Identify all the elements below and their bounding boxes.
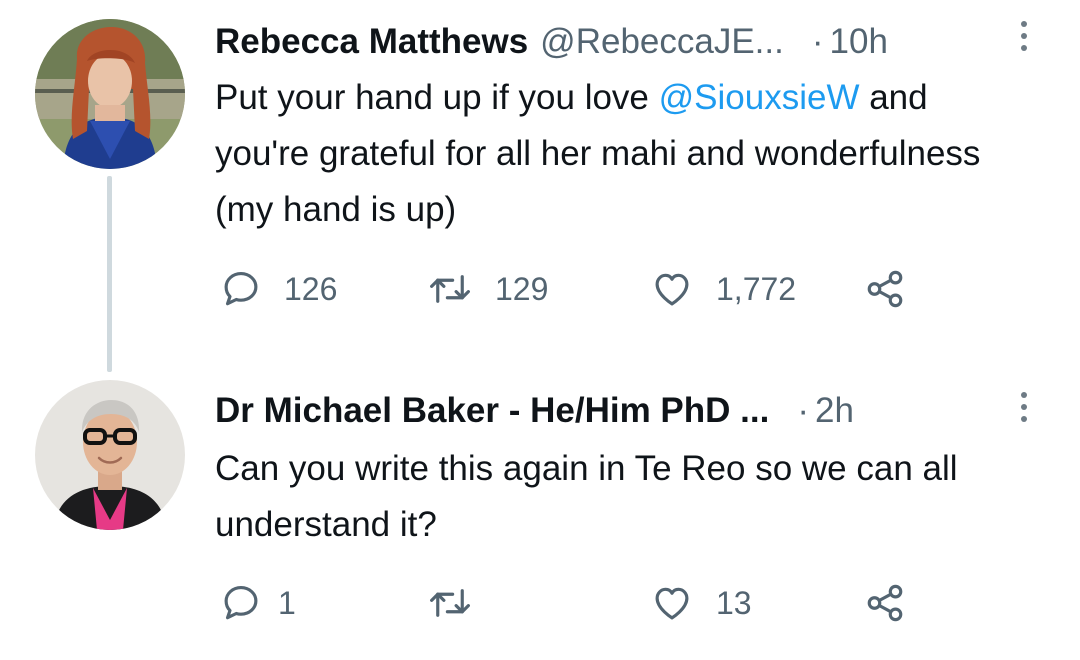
share-icon (867, 270, 903, 308)
action-bar: 1 13 (215, 578, 1020, 628)
tweet-text: Put your hand up if you love @SiouxsieW … (215, 70, 1020, 238)
share-button[interactable] (863, 264, 907, 314)
like-count: 1,772 (716, 270, 797, 307)
retweet-button[interactable]: 129 (427, 264, 548, 314)
like-button[interactable]: 1,772 (650, 264, 796, 314)
avatar[interactable] (35, 380, 185, 530)
avatar-image (35, 19, 185, 169)
more-options-icon[interactable] (1018, 14, 1030, 58)
action-bar: 126 129 1,772 (215, 264, 1020, 314)
reply-icon (224, 586, 258, 620)
reply-count: 1 (278, 584, 296, 621)
reply-button[interactable]: 1 (220, 578, 296, 628)
retweet-button[interactable] (427, 578, 495, 628)
display-name[interactable]: Rebecca Matthews (215, 20, 528, 64)
timestamp[interactable]: 10h (830, 20, 888, 64)
reply-button[interactable]: 126 (220, 264, 337, 314)
retweet-icon (430, 589, 470, 617)
avatar-image (35, 380, 185, 530)
thread-connector-line (107, 176, 112, 372)
like-button[interactable]: 13 (650, 578, 752, 628)
mention-link[interactable]: @SiouxsieW (659, 78, 860, 117)
tweet[interactable]: Dr Michael Baker - He/Him PhD ... · 2h C… (0, 345, 1080, 660)
tweet-header: Rebecca Matthews @RebeccaJE... · 10h (215, 20, 1010, 64)
tweet[interactable]: Rebecca Matthews @RebeccaJE... · 10h Put… (0, 0, 1080, 345)
share-button[interactable] (863, 578, 907, 628)
tweet-text: Can you write this again in Te Reo so we… (215, 449, 958, 544)
share-icon (867, 584, 903, 622)
like-count: 13 (716, 584, 752, 621)
display-name[interactable]: Dr Michael Baker - He/Him PhD ... (215, 389, 769, 433)
separator-dot: · (797, 391, 809, 430)
retweet-count: 129 (495, 270, 549, 307)
separator-dot: · (811, 22, 824, 61)
more-options-icon[interactable] (1018, 385, 1030, 429)
heart-icon (655, 273, 689, 306)
retweet-icon (430, 275, 470, 303)
timestamp[interactable]: 2h (815, 389, 854, 433)
avatar[interactable] (35, 19, 185, 169)
tweet-header: Dr Michael Baker - He/Him PhD ... · 2h (215, 389, 1010, 433)
reply-count: 126 (284, 270, 338, 307)
user-handle[interactable]: @RebeccaJE... (540, 20, 784, 64)
tweet-text-part: Put your hand up if you love (215, 78, 659, 117)
heart-icon (655, 587, 689, 620)
reply-icon (224, 272, 258, 306)
